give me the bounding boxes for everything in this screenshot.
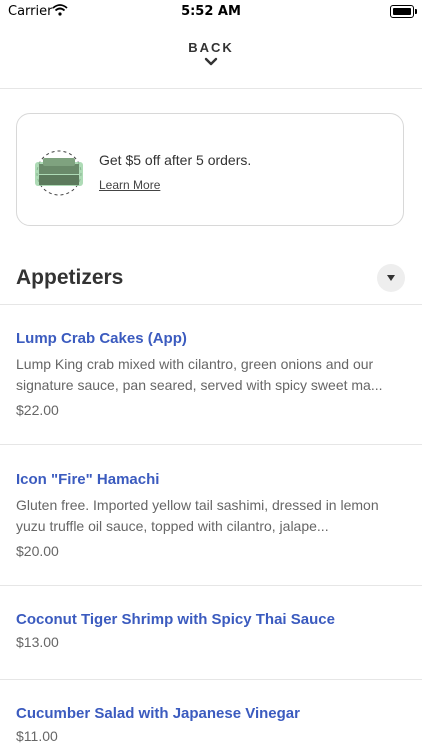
- clock: 5:52 AM: [181, 4, 241, 19]
- menu-item-price: $20.00: [16, 543, 59, 559]
- menu-item-name: Cucumber Salad with Japanese Vinegar: [16, 705, 300, 722]
- menu-item-price: $13.00: [16, 634, 59, 650]
- section-divider: [0, 304, 422, 305]
- promo-text: Get $5 off after 5 orders.: [99, 152, 252, 168]
- menu-item-price: $22.00: [16, 402, 59, 418]
- item-divider: [0, 585, 422, 586]
- section-dropdown-button[interactable]: [377, 264, 405, 292]
- section-title: Appetizers: [16, 266, 124, 289]
- chevron-down-icon: [204, 57, 218, 66]
- status-bar: Carrier 5:52 AM: [0, 0, 422, 24]
- caret-down-icon: [387, 275, 395, 281]
- back-button[interactable]: BACK: [0, 40, 422, 67]
- menu-item-description: Lump King crab mixed with cilantro, gree…: [16, 356, 383, 393]
- back-label: BACK: [188, 40, 234, 55]
- item-divider: [0, 679, 422, 680]
- menu-item[interactable]: Coconut Tiger Shrimp with Spicy Thai Sau…: [16, 611, 406, 650]
- item-divider: [0, 444, 422, 445]
- menu-item-name: Icon "Fire" Hamachi: [16, 471, 160, 488]
- menu-item[interactable]: Lump Crab Cakes (App) Lump King crab mix…: [16, 330, 406, 418]
- menu-item-name: Lump Crab Cakes (App): [16, 330, 187, 347]
- promo-card[interactable]: Get $5 off after 5 orders. Learn More: [16, 113, 404, 226]
- menu-item[interactable]: Cucumber Salad with Japanese Vinegar $11…: [16, 705, 406, 744]
- menu-item-name: Coconut Tiger Shrimp with Spicy Thai Sau…: [16, 611, 335, 628]
- menu-item[interactable]: Icon "Fire" Hamachi Gluten free. Importe…: [16, 471, 406, 559]
- header-divider: [0, 88, 422, 89]
- battery-icon: [390, 5, 417, 18]
- menu-item-description: Gluten free. Imported yellow tail sashim…: [16, 497, 379, 534]
- bento-box-icon: [31, 148, 87, 198]
- menu-item-price: $11.00: [16, 728, 58, 744]
- learn-more-link[interactable]: Learn More: [99, 178, 160, 192]
